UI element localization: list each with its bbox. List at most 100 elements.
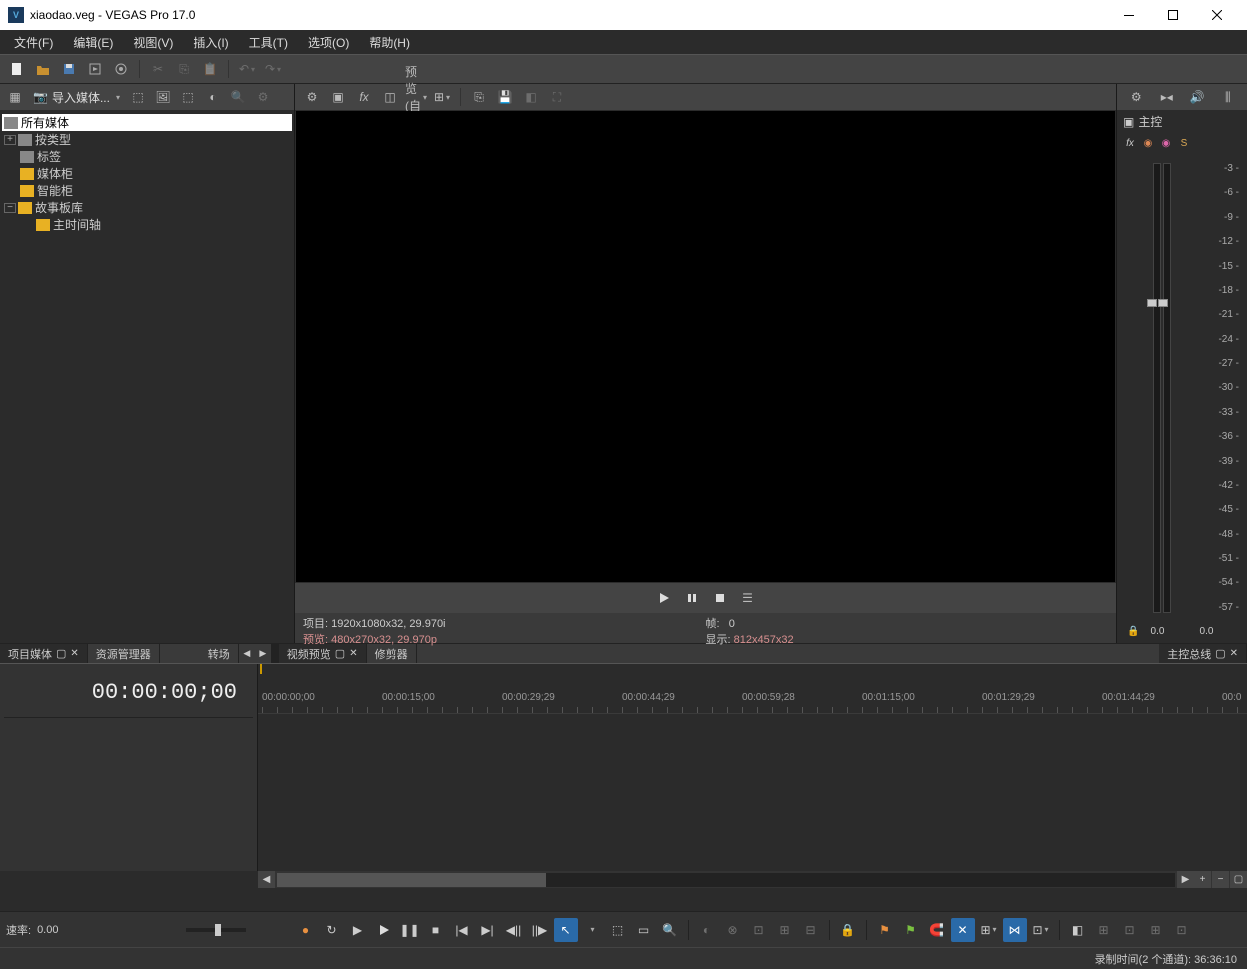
- scroll-left-icon[interactable]: ◀: [258, 871, 275, 888]
- edit-tool-dropdown[interactable]: [580, 918, 604, 942]
- tab-trimmer[interactable]: 修剪器: [367, 644, 417, 663]
- minimize-button[interactable]: [1107, 0, 1151, 30]
- master-auto-icon[interactable]: S: [1177, 136, 1191, 150]
- switches-icon[interactable]: ⊞: [1144, 918, 1168, 942]
- fader-left[interactable]: [1147, 299, 1157, 307]
- record-icon[interactable]: ●: [294, 918, 318, 942]
- close-button[interactable]: [1195, 0, 1239, 30]
- remove-icon[interactable]: ⬚: [177, 86, 199, 108]
- prev-frame-icon[interactable]: ◀||: [502, 918, 526, 942]
- tree-tags[interactable]: 标签: [2, 148, 292, 165]
- timeline-ruler[interactable]: 00:00:00;0000:00:15;0000:00:29;2900:00:4…: [258, 664, 1247, 714]
- menu-view[interactable]: 视图(V): [123, 31, 183, 54]
- tab-close-icon[interactable]: ✕: [70, 648, 78, 659]
- preview-pause-icon[interactable]: [681, 587, 703, 609]
- save-button[interactable]: [58, 58, 80, 80]
- tree-media-bins[interactable]: 媒体柜: [2, 165, 292, 182]
- tab-max-icon[interactable]: ▢: [335, 647, 345, 660]
- split-screen-icon[interactable]: ◫: [379, 86, 401, 108]
- master-solo-icon[interactable]: ◉: [1159, 136, 1173, 150]
- tab-max-icon[interactable]: ▢: [56, 647, 66, 660]
- zoom-in-icon[interactable]: +: [1194, 871, 1211, 888]
- tab-close-icon[interactable]: ✕: [349, 648, 357, 659]
- snap-opts-icon[interactable]: ⊞: [977, 918, 1001, 942]
- go-end-icon[interactable]: ▶|: [476, 918, 500, 942]
- adjust-icon[interactable]: ◧: [520, 86, 542, 108]
- preview-props-icon[interactable]: ⚙: [301, 86, 323, 108]
- properties-button[interactable]: [110, 58, 132, 80]
- tab-scroll-left-icon[interactable]: ◀: [239, 644, 255, 663]
- copy-button[interactable]: ⎘: [173, 58, 195, 80]
- stop-icon[interactable]: ■: [424, 918, 448, 942]
- preview-stop-icon[interactable]: [709, 587, 731, 609]
- media-fx-icon[interactable]: ◐: [202, 86, 224, 108]
- capture-icon[interactable]: ⬚: [127, 86, 149, 108]
- media-gear-icon[interactable]: ⚙: [252, 86, 274, 108]
- next-frame-icon[interactable]: ||▶: [528, 918, 552, 942]
- group-icon[interactable]: ⊞: [773, 918, 797, 942]
- timecode-display[interactable]: 00:00:00;00: [4, 668, 253, 718]
- tab-scroll-right-icon[interactable]: ▶: [255, 644, 271, 663]
- hscroll-thumb[interactable]: [277, 873, 546, 887]
- timeline-hscroll[interactable]: ◀ ▶ + − ▢: [258, 871, 1247, 888]
- play-from-start-icon[interactable]: ▶: [346, 918, 370, 942]
- region-icon[interactable]: ⚑: [899, 918, 923, 942]
- normal-edit-icon[interactable]: ↖: [554, 918, 578, 942]
- tab-close-icon[interactable]: ✕: [1230, 648, 1238, 659]
- tab-max-icon[interactable]: ▢: [1215, 647, 1225, 660]
- undo-button[interactable]: ↶: [236, 58, 258, 80]
- tab-master-bus[interactable]: 主控总线▢✕: [1159, 644, 1247, 663]
- tree-smart-bins[interactable]: 智能柜: [2, 182, 292, 199]
- rate-slider[interactable]: [186, 928, 246, 932]
- master-downmix-icon[interactable]: 🔊: [1186, 86, 1208, 108]
- cursor-marker[interactable]: [260, 664, 262, 674]
- crossfade-opts-icon[interactable]: ⊡: [1029, 918, 1053, 942]
- save-snapshot-icon[interactable]: 💾: [494, 86, 516, 108]
- cut-button[interactable]: ✂: [147, 58, 169, 80]
- paste-button[interactable]: 📋: [199, 58, 221, 80]
- tab-project-media[interactable]: 项目媒体▢✕: [0, 644, 88, 663]
- new-button[interactable]: [6, 58, 28, 80]
- master-fx-icon[interactable]: fx: [1123, 136, 1137, 150]
- master-sliders-icon[interactable]: ⫼: [1217, 86, 1239, 108]
- menu-options[interactable]: 选项(O): [298, 31, 359, 54]
- preview-play-icon[interactable]: [653, 587, 675, 609]
- quantize-icon[interactable]: ✕: [951, 918, 975, 942]
- track-motion-icon[interactable]: ⊡: [1170, 918, 1194, 942]
- preview-quality-dropdown[interactable]: 预览(自动): [405, 86, 427, 108]
- snap-icon[interactable]: 🧲: [925, 918, 949, 942]
- envelope-tool-icon[interactable]: ▭: [632, 918, 656, 942]
- overlays-icon[interactable]: ⊞: [431, 86, 453, 108]
- render-button[interactable]: [84, 58, 106, 80]
- menu-help[interactable]: 帮助(H): [359, 31, 420, 54]
- generated-icon[interactable]: ⊡: [1118, 918, 1142, 942]
- fader-right[interactable]: [1158, 299, 1168, 307]
- tree-by-type[interactable]: +按类型: [2, 131, 292, 148]
- zoom-fit-icon[interactable]: ▢: [1230, 871, 1247, 888]
- zoom-out-icon[interactable]: −: [1212, 871, 1229, 888]
- preview-screen[interactable]: [296, 111, 1115, 582]
- maximize-button[interactable]: [1151, 0, 1195, 30]
- pause-icon[interactable]: ❚❚: [398, 918, 422, 942]
- auto-crossfade-icon[interactable]: ⋈: [1003, 918, 1027, 942]
- ignore-group-icon[interactable]: ⊡: [747, 918, 771, 942]
- search-icon[interactable]: 🔍: [227, 86, 249, 108]
- go-start-icon[interactable]: |◀: [450, 918, 474, 942]
- external-monitor-icon[interactable]: ▣: [327, 86, 349, 108]
- auto-ripple-icon[interactable]: ◐: [695, 918, 719, 942]
- fullscreen-icon[interactable]: ⛶: [546, 86, 568, 108]
- tab-explorer[interactable]: 资源管理器: [88, 644, 160, 663]
- media-props-icon[interactable]: ▦: [4, 86, 26, 108]
- menu-file[interactable]: 文件(F): [4, 31, 63, 54]
- tab-transitions[interactable]: 转场: [200, 644, 239, 663]
- event-fx-icon[interactable]: ⊞: [1092, 918, 1116, 942]
- tab-video-preview[interactable]: 视频预览▢✕: [279, 644, 367, 663]
- preview-menu-icon[interactable]: ☰: [737, 587, 759, 609]
- video-fx-icon[interactable]: fx: [353, 86, 375, 108]
- open-button[interactable]: [32, 58, 54, 80]
- menu-insert[interactable]: 插入(I): [183, 31, 238, 54]
- master-gear-icon[interactable]: ⚙: [1125, 86, 1147, 108]
- play-icon[interactable]: [372, 918, 396, 942]
- ungroup-icon[interactable]: ⊟: [799, 918, 823, 942]
- marker-icon[interactable]: ⚑: [873, 918, 897, 942]
